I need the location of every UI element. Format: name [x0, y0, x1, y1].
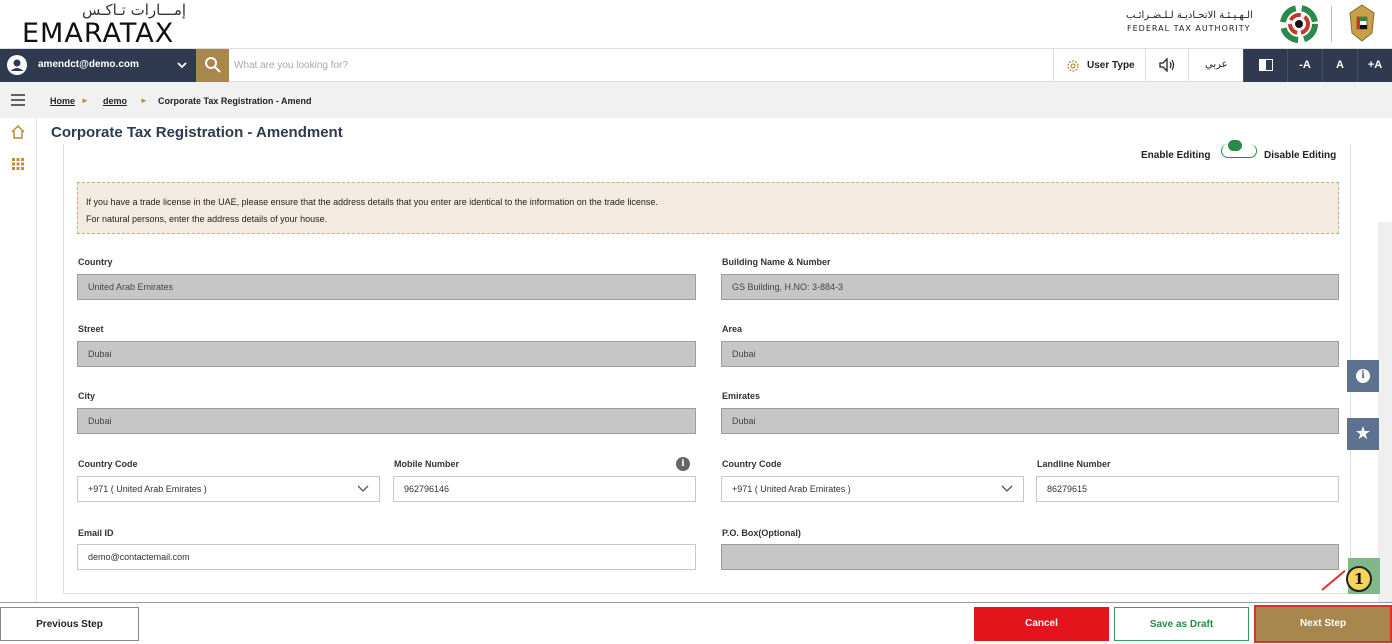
notice-line-2: For natural persons, enter the address d… [86, 214, 328, 224]
mobile-number-label: Mobile Number [394, 459, 460, 469]
breadcrumb-current: Corporate Tax Registration - Amend [158, 96, 312, 106]
disable-editing-label: Disable Editing [1264, 150, 1337, 161]
apps-grid-icon[interactable] [10, 156, 26, 172]
mobile-country-code-value: +971 ( United Arab Emirates ) [88, 484, 207, 494]
mobile-country-code-label: Country Code [78, 459, 138, 469]
search-button[interactable] [196, 49, 229, 82]
user-email: amendct@demo.com [38, 59, 139, 70]
star-icon: ★ [1354, 423, 1372, 443]
landline-country-code-value: +971 ( United Arab Emirates ) [732, 484, 851, 494]
email-label: Email ID [78, 528, 114, 538]
font-decrease-label: -A [1299, 59, 1311, 71]
uae-emblem-icon [1349, 4, 1375, 42]
font-decrease-button[interactable]: -A [1287, 49, 1322, 82]
left-sidebar [0, 82, 37, 604]
search-input[interactable] [234, 53, 834, 78]
info-panel-button[interactable]: i [1347, 360, 1379, 392]
trade-license-notice: If you have a trade license in the UAE, … [77, 182, 1339, 234]
previous-step-button[interactable]: Previous Step [0, 607, 139, 641]
breadcrumb-demo-link[interactable]: demo [103, 96, 127, 106]
chevron-down-icon [357, 485, 369, 492]
save-as-draft-button[interactable]: Save as Draft [1114, 607, 1249, 641]
cancel-button[interactable]: Cancel [974, 607, 1109, 641]
top-toolbar: amendct@demo.com User Type عربي -A A [0, 48, 1392, 82]
area-label: Area [722, 324, 743, 334]
search-icon [205, 57, 221, 73]
text-to-speech-button[interactable] [1145, 49, 1188, 82]
po-box-label: P.O. Box(Optional) [722, 528, 801, 538]
notice-line-1: If you have a trade license in the UAE, … [86, 197, 658, 207]
logo-arabic-text: إمـــارات تـاكـس [82, 1, 187, 19]
step-callout-badge: 1 [1346, 566, 1372, 592]
area-field: Dubai [721, 341, 1339, 367]
editing-toggle-switch[interactable] [1221, 140, 1257, 158]
building-field: GS Building, H.NO: 3-884-3 [721, 274, 1339, 300]
info-icon: i [1356, 369, 1370, 383]
emirates-field: Dubai [721, 408, 1339, 434]
landline-number-input[interactable]: 86279615 [1036, 476, 1339, 502]
country-field: United Arab Emirates [77, 274, 696, 300]
font-increase-label: +A [1367, 59, 1383, 71]
home-icon[interactable] [10, 124, 26, 140]
language-toggle[interactable]: عربي [1188, 49, 1243, 82]
breadcrumb-separator-icon: ► [81, 96, 89, 105]
landline-country-code-select[interactable]: +971 ( United Arab Emirates ) [721, 476, 1024, 502]
chevron-down-icon [1001, 485, 1013, 492]
city-field: Dubai [77, 408, 696, 434]
email-input[interactable]: demo@contactemail.com [77, 544, 696, 570]
font-increase-button[interactable]: +A [1357, 49, 1392, 82]
breadcrumb-separator-icon: ► [140, 96, 148, 105]
enable-editing-label: Enable Editing [1141, 150, 1211, 161]
user-avatar-icon [7, 55, 27, 75]
po-box-field [721, 544, 1339, 570]
user-type-button[interactable]: User Type [1053, 49, 1145, 82]
emirates-label: Emirates [722, 391, 761, 401]
breadcrumb: Home ► demo ► Corporate Tax Registration… [37, 82, 1392, 118]
street-label: Street [78, 324, 104, 334]
speaker-icon [1159, 58, 1175, 72]
font-normal-label: A [1336, 59, 1344, 71]
user-type-label: User Type [1087, 60, 1135, 71]
gear-icon [1067, 60, 1079, 72]
city-label: City [78, 391, 96, 401]
contrast-toggle[interactable] [1243, 49, 1287, 82]
toggle-knob [1228, 140, 1242, 151]
user-menu[interactable]: amendct@demo.com [0, 49, 196, 82]
mobile-number-input[interactable]: 962796146 [393, 476, 696, 502]
next-step-button[interactable]: Next Step [1254, 605, 1392, 643]
landline-number-label: Landline Number [1037, 459, 1111, 469]
building-label: Building Name & Number [722, 257, 831, 267]
footer-action-bar: Previous Step Cancel Save as Draft Next … [0, 602, 1392, 644]
mobile-info-icon[interactable]: i [676, 457, 690, 471]
emaratax-logo[interactable]: EMARATAX [22, 18, 174, 49]
street-field: Dubai [77, 341, 696, 367]
breadcrumb-home-link[interactable]: Home [50, 96, 75, 106]
landline-country-code-label: Country Code [722, 459, 782, 469]
favorites-button[interactable]: ★ [1347, 418, 1379, 450]
header-divider [1331, 6, 1332, 42]
chevron-down-icon [177, 62, 187, 69]
site-header: إمـــارات تـاكـس EMARATAX الـهـيـئـة الا… [0, 0, 1392, 49]
authority-english-text: FEDERAL TAX AUTHORITY [1127, 24, 1251, 33]
authority-arabic-text: الـهـيـئـة الاتحـاديـة لـلـضـرائـب [1126, 10, 1253, 21]
contrast-icon [1259, 59, 1273, 71]
page-title: Corporate Tax Registration - Amendment [51, 124, 343, 141]
mobile-country-code-select[interactable]: +971 ( United Arab Emirates ) [77, 476, 380, 502]
fta-logo-icon [1280, 5, 1318, 43]
country-label: Country [78, 257, 113, 267]
sidebar-menu-toggle[interactable] [0, 82, 37, 118]
hamburger-menu-icon [11, 94, 25, 106]
page-scrollbar[interactable] [1378, 222, 1392, 604]
font-normal-button[interactable]: A [1322, 49, 1357, 82]
language-label: عربي [1205, 59, 1228, 70]
